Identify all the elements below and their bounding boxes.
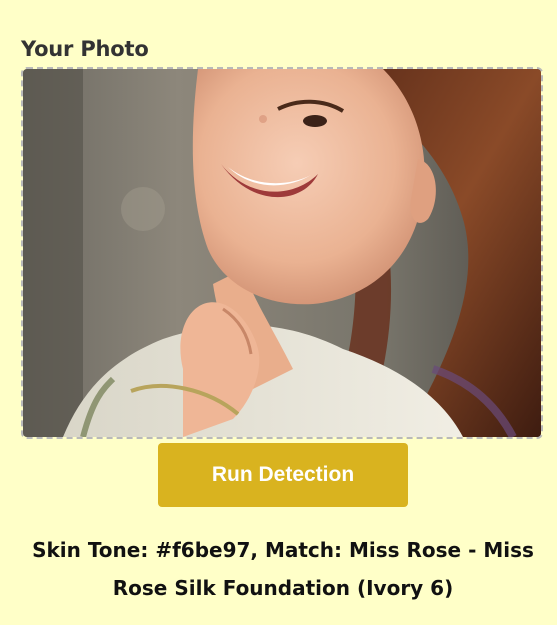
run-detection-button[interactable]: Run Detection [158,443,408,507]
detection-result: Skin Tone: #f6be97, Match: Miss Rose - M… [32,538,534,600]
photo-dropzone[interactable] [21,67,543,439]
uploaded-photo [23,69,541,437]
your-photo-label: Your Photo [21,37,149,61]
